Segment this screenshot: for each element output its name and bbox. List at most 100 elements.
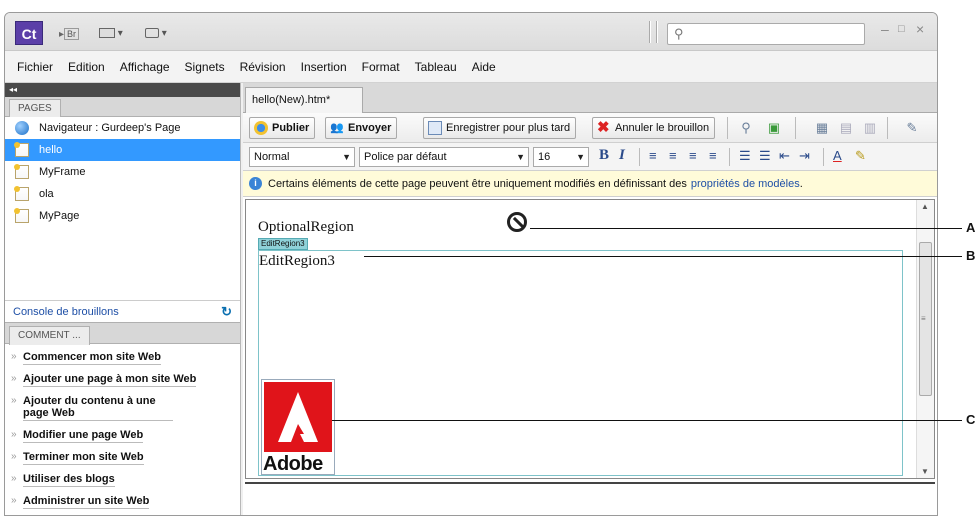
adobe-logo-mark xyxy=(264,382,332,452)
editor-canvas[interactable]: OptionalRegion EditRegion3 EditRegion3 A… xyxy=(245,199,935,479)
indent-icon[interactable]: ⇥ xyxy=(799,148,810,164)
separator xyxy=(639,148,640,166)
separator xyxy=(729,148,730,166)
separator xyxy=(727,117,728,139)
page-item-label: MyPage xyxy=(39,210,80,222)
insert-image-icon[interactable]: ▣ xyxy=(765,119,783,137)
menu-format[interactable]: Format xyxy=(362,60,400,74)
table-row-icon[interactable]: ▤ xyxy=(837,119,855,137)
font-select[interactable]: Police par défaut ▼ xyxy=(359,147,529,167)
callout-line-a xyxy=(530,228,962,229)
monitor-icon xyxy=(145,28,159,39)
document-area: hello(New).htm* Publier 👥 Envoyer Enregi… xyxy=(243,83,937,515)
tab-comment[interactable]: COMMENT ... xyxy=(9,326,90,345)
menu-tableau[interactable]: Tableau xyxy=(415,60,457,74)
numbered-list-icon[interactable]: ☰ xyxy=(739,148,751,164)
drafts-console-link[interactable]: Console de brouillons xyxy=(13,306,119,318)
bullet-icon: » xyxy=(11,373,17,384)
callout-line-c xyxy=(332,420,962,421)
howto-item[interactable]: » Ajouter une page à mon site Web xyxy=(5,370,240,392)
template-info-bar: i Certains éléments de cette page peuven… xyxy=(243,171,937,197)
minimize-button[interactable]: – xyxy=(881,21,889,37)
align-right-icon[interactable]: ≡ xyxy=(689,148,697,163)
template-properties-link[interactable]: propriétés de modèles xyxy=(691,178,800,190)
adobe-logo-image[interactable]: Adobe xyxy=(261,379,335,475)
howto-tabbar: COMMENT ... xyxy=(5,322,240,345)
howto-item[interactable]: » Commencer mon site Web xyxy=(5,348,240,370)
howto-item[interactable]: » Administrer un site Web xyxy=(5,492,240,514)
drafts-console-row: Console de brouillons ↻ xyxy=(5,300,240,322)
scroll-up-icon[interactable]: ▲ xyxy=(921,202,929,211)
app-logo: Ct xyxy=(15,21,43,45)
vertical-scrollbar[interactable]: ▲ ≡ ▼ xyxy=(916,200,934,478)
chevron-down-icon: ▼ xyxy=(576,152,585,162)
separator xyxy=(823,148,824,166)
scroll-down-icon[interactable]: ▼ xyxy=(921,467,929,476)
align-left-icon[interactable]: ≡ xyxy=(649,148,657,163)
font-size-select[interactable]: 16 ▼ xyxy=(533,147,589,167)
howto-item[interactable]: » Modifier une page Web xyxy=(5,426,240,448)
title-bar: Ct ▸ Br ▾ ▾ ⚲ – □ × xyxy=(5,13,937,51)
close-button[interactable]: × xyxy=(916,21,924,37)
edit-region-text[interactable]: EditRegion3 xyxy=(259,253,335,270)
bold-button[interactable]: B xyxy=(599,147,609,164)
italic-button[interactable]: I xyxy=(619,147,625,164)
howto-item[interactable]: » Terminer mon site Web xyxy=(5,448,240,470)
editable-region[interactable]: EditRegion3 Adobe xyxy=(258,250,903,476)
align-justify-icon[interactable]: ≡ xyxy=(709,148,717,163)
send-review-icon: 👥 xyxy=(330,122,344,134)
tab-pages[interactable]: PAGES xyxy=(9,99,61,117)
send-button[interactable]: 👥 Envoyer xyxy=(325,117,398,139)
adobe-logo-word: Adobe xyxy=(263,453,323,475)
outdent-icon[interactable]: ⇤ xyxy=(779,148,790,164)
howto-list: » Commencer mon site Web » Ajouter une pag… xyxy=(5,344,240,514)
page-item-myframe[interactable]: MyFrame xyxy=(5,161,240,183)
page-item-mypage[interactable]: MyPage xyxy=(5,205,240,227)
document-tabbar: hello(New).htm* xyxy=(243,83,937,113)
page-item-hello[interactable]: hello xyxy=(5,139,240,161)
separator xyxy=(649,21,651,43)
refresh-icon[interactable]: ↻ xyxy=(221,304,232,320)
layout-menu-button[interactable]: ▾ xyxy=(99,25,123,43)
maximize-button[interactable]: □ xyxy=(898,23,905,35)
howto-item[interactable]: » Ajouter du contenu à une page Web xyxy=(5,392,240,426)
highlight-icon[interactable]: ✎ xyxy=(855,148,866,164)
page-icon xyxy=(14,164,29,179)
howto-item[interactable]: » Utiliser des blogs xyxy=(5,470,240,492)
cancel-draft-button[interactable]: ✖ Annuler le brouillon xyxy=(592,117,716,139)
menu-fichier[interactable]: Fichier xyxy=(17,60,53,74)
publish-button[interactable]: Publier xyxy=(249,117,316,139)
grip-icon: ≡ xyxy=(921,314,926,323)
optional-region-label: OptionalRegion xyxy=(258,219,354,235)
layout-icon xyxy=(99,28,115,39)
view-menu-button[interactable]: ▾ xyxy=(145,25,167,43)
menu-aide[interactable]: Aide xyxy=(472,60,496,74)
spell-check-icon[interactable]: ✎ xyxy=(903,119,921,137)
menu-insertion[interactable]: Insertion xyxy=(301,60,347,74)
page-item-label: ola xyxy=(39,188,54,200)
align-center-icon[interactable]: ≡ xyxy=(669,148,677,163)
bullet-list-icon[interactable]: ☰ xyxy=(759,148,771,164)
text-color-icon[interactable]: A xyxy=(833,148,842,163)
page-item-ola[interactable]: ola xyxy=(5,183,240,205)
document-tab[interactable]: hello(New).htm* xyxy=(245,87,363,113)
table-column-icon[interactable]: ▥ xyxy=(861,119,879,137)
menu-edition[interactable]: Edition xyxy=(68,60,105,74)
menu-revision[interactable]: Révision xyxy=(240,60,286,74)
panel-collapse-button[interactable]: ◂◂ xyxy=(5,83,240,97)
menu-affichage[interactable]: Affichage xyxy=(120,60,170,74)
save-for-later-button[interactable]: Enregistrer pour plus tard xyxy=(423,117,577,139)
menu-signets[interactable]: Signets xyxy=(185,60,225,74)
separator xyxy=(656,21,658,43)
left-panel: ◂◂ PAGES Navigateur : Gurdeep's Page hel… xyxy=(5,83,241,515)
page-icon xyxy=(14,142,29,157)
search-input[interactable]: ⚲ xyxy=(667,23,865,45)
page-item-navigator[interactable]: Navigateur : Gurdeep's Page xyxy=(5,117,240,139)
link-icon[interactable]: ⚲ xyxy=(737,119,755,137)
page-item-label: MyFrame xyxy=(39,166,86,178)
bridge-button[interactable]: ▸ Br xyxy=(59,25,80,43)
style-select[interactable]: Normal ▼ xyxy=(249,147,355,167)
contribute-window: Ct ▸ Br ▾ ▾ ⚲ – □ × Fichier Edition Affic… xyxy=(4,12,938,516)
table-icon[interactable]: ▦ xyxy=(813,119,831,137)
status-bar xyxy=(245,482,935,515)
